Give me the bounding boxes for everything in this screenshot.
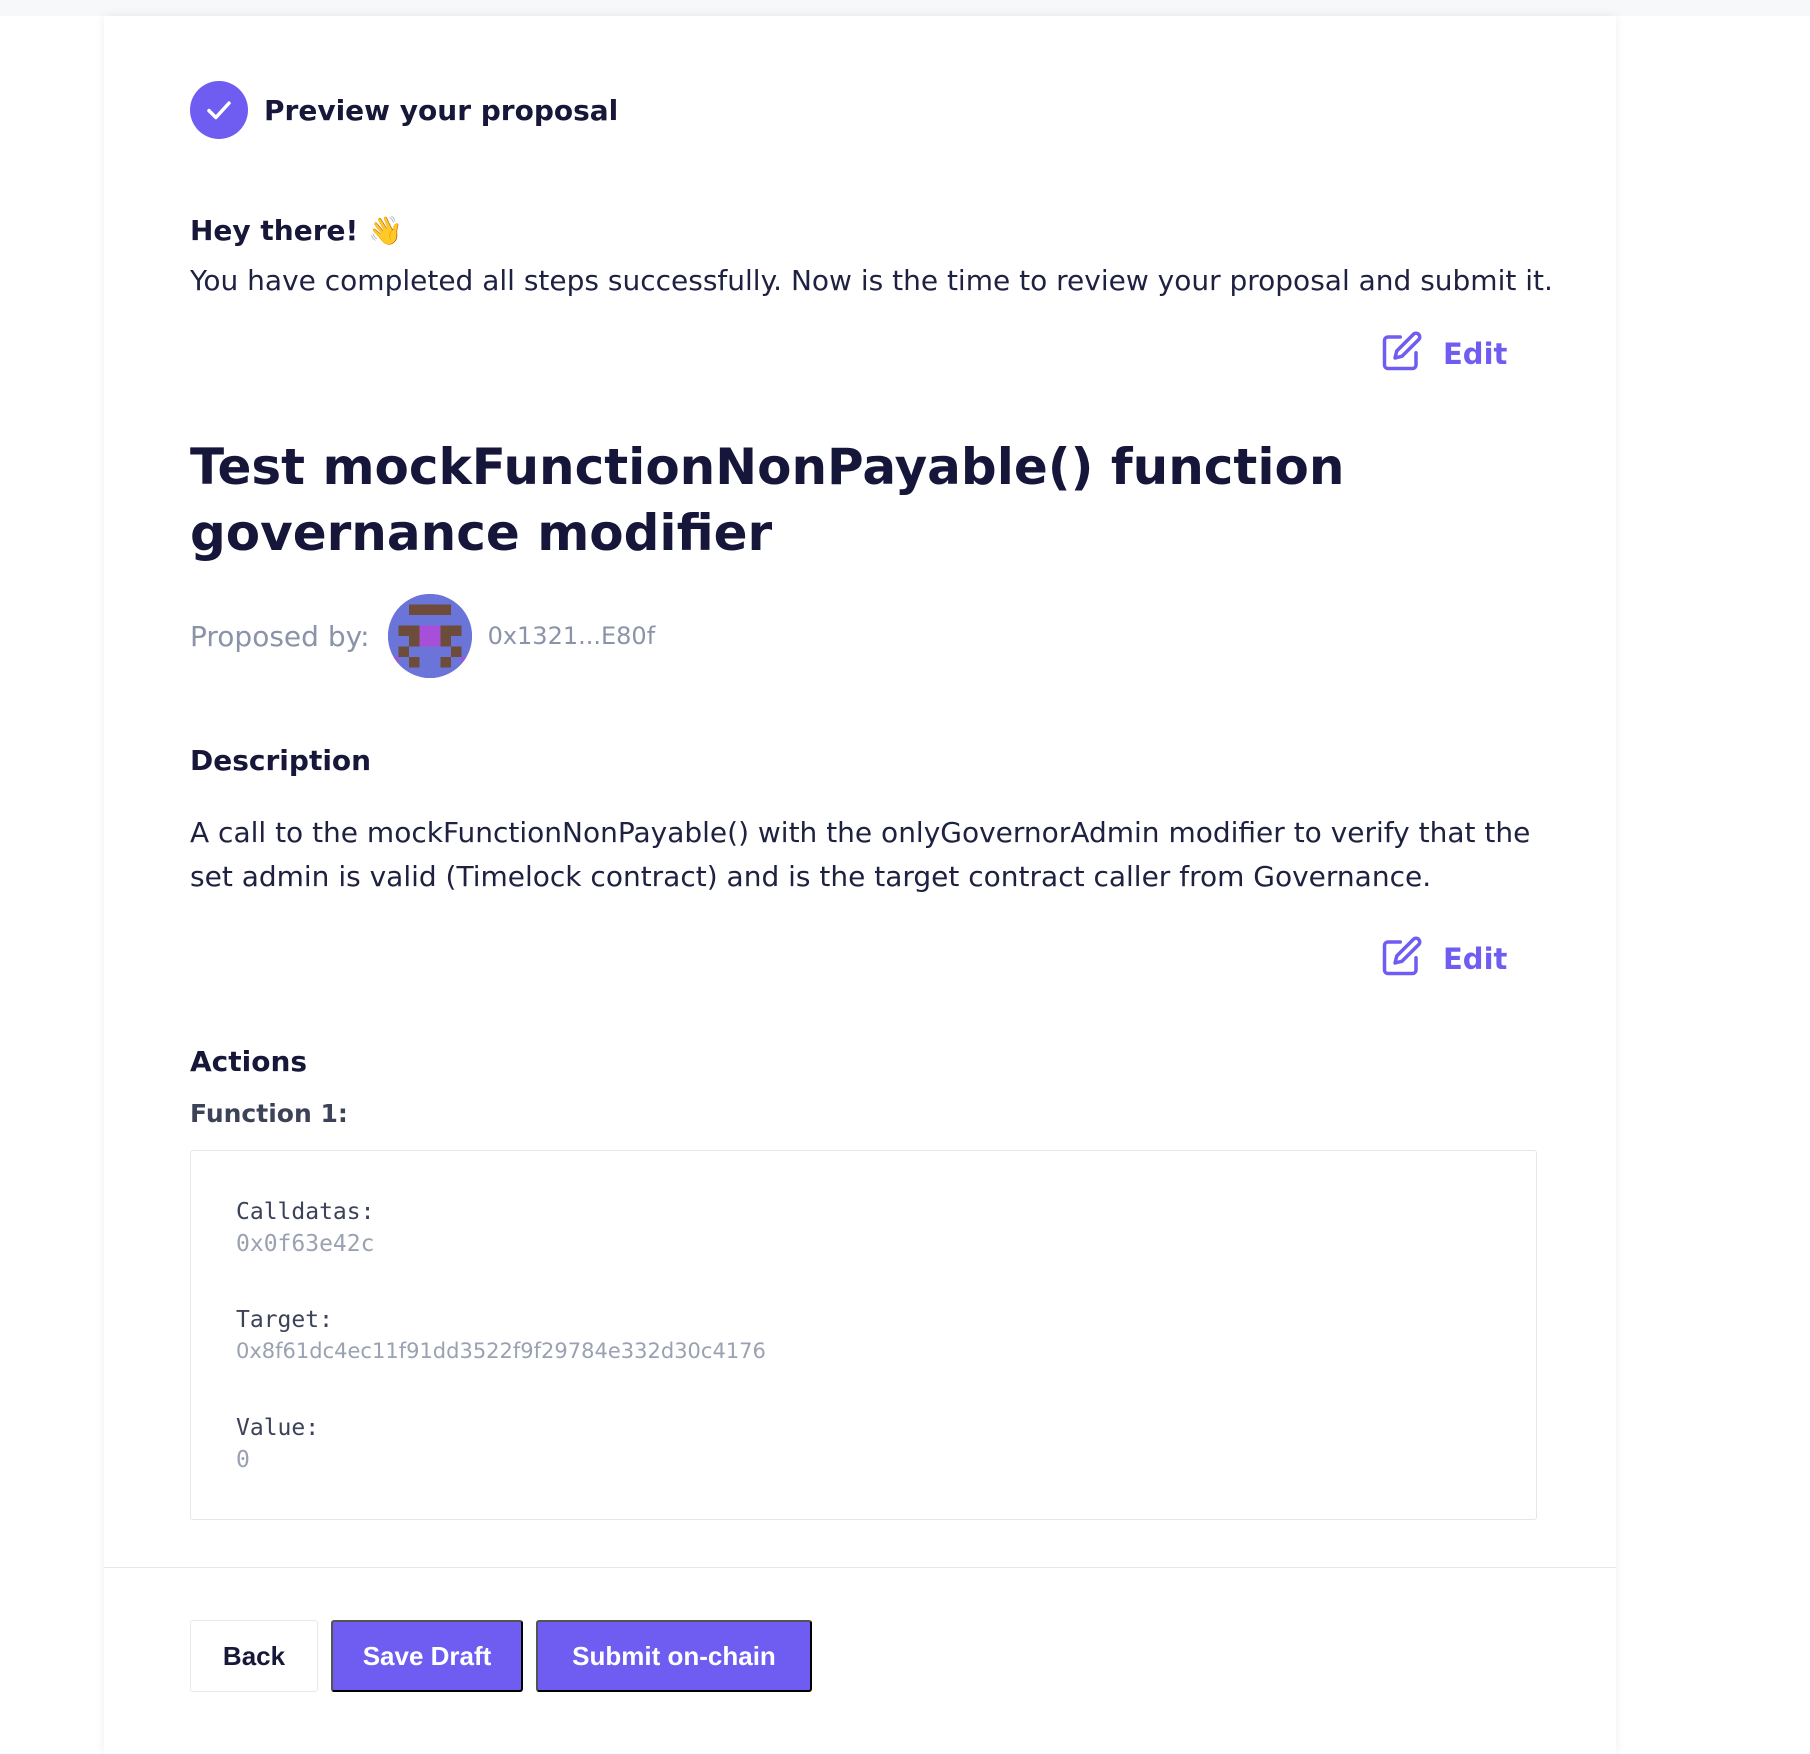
proposal-title: Test mockFunctionNonPayable() function g… xyxy=(190,438,1345,562)
target-field: Target: 0x8f61dc4ec11f91dd3522f9f29784e3… xyxy=(236,1307,766,1363)
calldatas-field: Calldatas: 0x0f63e42c xyxy=(236,1199,374,1257)
function-label: Function 1: xyxy=(190,1099,348,1128)
submit-on-chain-button[interactable]: Submit on-chain xyxy=(536,1620,812,1692)
save-draft-button[interactable]: Save Draft xyxy=(331,1620,523,1692)
edit-label: Edit xyxy=(1443,942,1508,976)
avatar xyxy=(387,594,472,678)
greeting-text: You have completed all steps successfull… xyxy=(190,264,1553,297)
edit-icon xyxy=(1381,330,1423,379)
value-field: Value: 0 xyxy=(236,1415,319,1473)
calldatas-value: 0x0f63e42c xyxy=(236,1231,375,1257)
target-value: 0x8f61dc4ec11f91dd3522f9f29784e332d30c41… xyxy=(236,1339,766,1363)
step-title: Preview your proposal xyxy=(264,93,619,127)
greeting-title: Hey there! 👋 xyxy=(190,214,403,247)
proposer-address: 0x1321...E80f xyxy=(487,622,656,650)
back-button[interactable]: Back xyxy=(190,1620,318,1692)
edit-icon xyxy=(1381,935,1423,984)
proposer-row: Proposed by: 0x1321...E80f xyxy=(190,594,655,678)
step-header: Preview your proposal xyxy=(190,81,618,139)
top-strip xyxy=(0,0,1810,16)
proposal-preview-card: Preview your proposal Hey there! 👋 You h… xyxy=(104,16,1616,1754)
check-icon xyxy=(190,81,248,139)
footer-divider xyxy=(104,1567,1616,1568)
edit-label: Edit xyxy=(1443,337,1508,371)
proposed-by-label: Proposed by: xyxy=(190,619,370,653)
actions-heading: Actions xyxy=(190,1045,308,1078)
value-label: Value: xyxy=(236,1415,320,1441)
function-details-box: Calldatas: 0x0f63e42c Target: 0x8f61dc4e… xyxy=(190,1150,1537,1520)
description-heading: Description xyxy=(190,744,372,777)
description-text: A call to the mockFunctionNonPayable() w… xyxy=(190,816,1531,893)
value-value: 0 xyxy=(236,1447,250,1473)
edit-description-button[interactable]: Edit xyxy=(1381,935,1508,984)
calldatas-label: Calldatas: xyxy=(236,1199,375,1225)
target-label: Target: xyxy=(236,1307,333,1333)
edit-title-button[interactable]: Edit xyxy=(1381,330,1508,379)
